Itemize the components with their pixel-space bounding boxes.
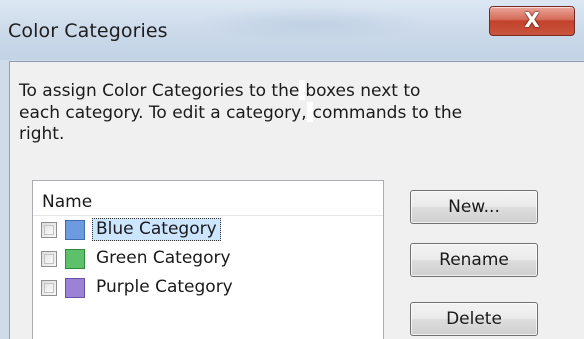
category-checkbox-green[interactable] — [41, 251, 57, 267]
instructions-line-2-end: commands to the — [312, 103, 463, 123]
category-row-purple[interactable]: Purple Category — [33, 274, 383, 303]
color-categories-dialog: Color Categories X To assign Color Categ… — [0, 0, 584, 339]
category-checkbox-purple[interactable] — [41, 280, 57, 296]
category-row-green[interactable]: Green Category — [33, 245, 383, 274]
instructions-line-2: each category. To edit a category, comman… — [19, 102, 579, 124]
close-button[interactable]: X — [489, 6, 575, 36]
delete-button[interactable]: Delete — [410, 302, 538, 336]
rename-button[interactable]: Rename — [410, 243, 538, 277]
dialog-title: Color Categories — [8, 20, 168, 42]
instructions-line-3: right. — [19, 124, 65, 144]
color-swatch-blue — [65, 220, 85, 240]
instructions-line-1-end: boxes next to — [305, 81, 421, 101]
category-label-purple[interactable]: Purple Category — [92, 276, 237, 299]
instructions-line-2-start: each category. To edit a category, — [19, 103, 307, 123]
category-row-blue[interactable]: Blue Category — [33, 216, 383, 245]
instructions-line-1: To assign Color Categories to the boxes n… — [19, 80, 579, 102]
category-label-blue[interactable]: Blue Category — [92, 218, 221, 241]
category-label-green[interactable]: Green Category — [92, 247, 235, 270]
dialog-content: To assign Color Categories to the boxes n… — [9, 61, 584, 339]
list-header-name[interactable]: Name — [33, 181, 383, 216]
category-checkbox-blue[interactable] — [41, 222, 57, 238]
title-bar: Color Categories X — [0, 0, 584, 60]
instructions-line-1-start: To assign Color Categories to the — [19, 81, 300, 101]
color-swatch-purple — [65, 278, 85, 298]
category-list[interactable]: Name Blue Category Green Category Purple… — [32, 180, 384, 339]
new-button[interactable]: New... — [410, 190, 538, 224]
color-swatch-green — [65, 249, 85, 269]
column-header-name: Name — [42, 192, 93, 212]
instructions-text: To assign Color Categories to the boxes n… — [19, 80, 579, 145]
close-icon: X — [524, 8, 540, 32]
